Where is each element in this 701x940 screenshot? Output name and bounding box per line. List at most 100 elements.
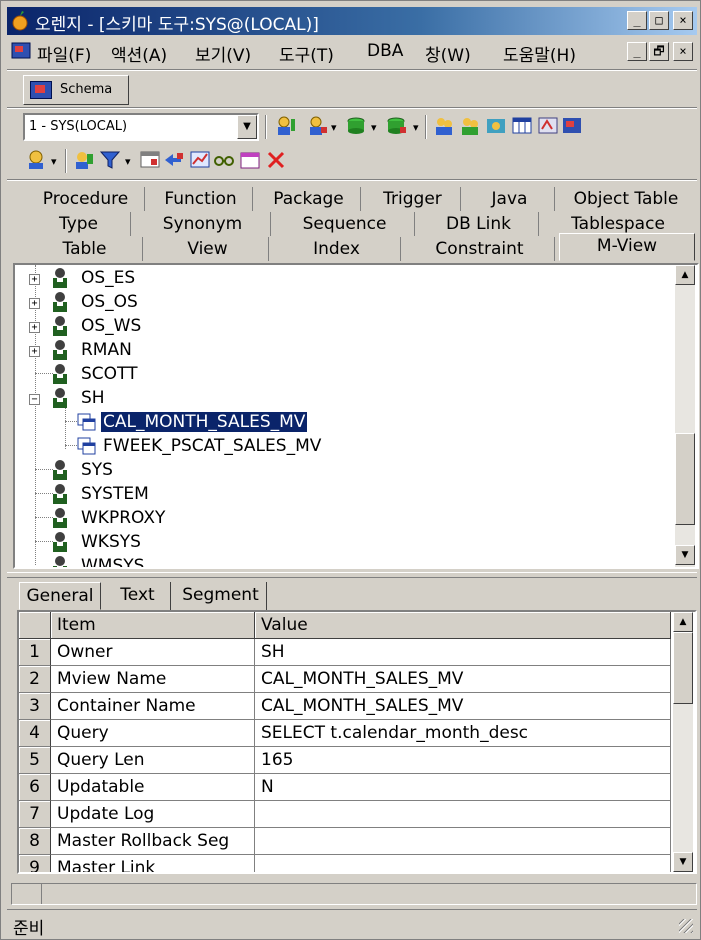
menu-tools[interactable]: 도구(T)	[279, 41, 334, 66]
grid-item-cell[interactable]: Container Name	[51, 693, 255, 720]
database-icon[interactable]	[345, 115, 367, 137]
sql-icon[interactable]	[537, 115, 559, 137]
close-button[interactable]: ×	[673, 11, 693, 30]
expand-icon[interactable]: +	[29, 298, 40, 309]
tree-node-mview[interactable]: FWEEK_PSCAT_SALES_MV	[77, 435, 377, 459]
grid-value-cell[interactable]: CAL_MONTH_SALES_MV	[255, 693, 671, 720]
panel-splitter[interactable]	[7, 572, 697, 578]
tree-node[interactable]: + OS_OS	[29, 291, 229, 315]
user-tools-icon[interactable]	[307, 115, 329, 137]
tree-node[interactable]: + OS_ES	[29, 267, 229, 291]
grid-item-cell[interactable]: Query	[51, 720, 255, 747]
grid-value-cell[interactable]: SH	[255, 639, 671, 666]
tree-node[interactable]: + RMAN	[29, 339, 229, 363]
tree-node[interactable]: WKPROXY	[29, 507, 229, 531]
tab-table[interactable]: Table	[27, 237, 143, 261]
grid-value-cell[interactable]	[255, 855, 671, 872]
tree-node[interactable]: − SH	[29, 387, 229, 411]
maximize-button[interactable]: □	[649, 11, 669, 30]
session-icon[interactable]	[73, 149, 95, 171]
tree-node[interactable]: SYSTEM	[29, 483, 229, 507]
menu-window[interactable]: 창(W)	[425, 41, 471, 66]
tab-trigger[interactable]: Trigger	[365, 187, 461, 211]
grid-icon[interactable]	[139, 149, 161, 171]
grid-value-cell[interactable]	[255, 828, 671, 855]
glasses-icon[interactable]	[213, 149, 235, 171]
grid-item-cell[interactable]: Update Log	[51, 801, 255, 828]
scroll-thumb[interactable]	[675, 433, 695, 525]
tab-java[interactable]: Java	[465, 187, 555, 211]
tab-package[interactable]: Package	[257, 187, 361, 211]
tree-node[interactable]: WMSYS	[29, 555, 229, 567]
chevron-down-icon[interactable]: ▾	[51, 155, 57, 168]
tab-sequence[interactable]: Sequence	[275, 212, 415, 236]
scroll-up-icon[interactable]: ▲	[673, 612, 693, 632]
tab-m-view[interactable]: M-View	[559, 233, 695, 261]
tab-segment[interactable]: Segment	[175, 582, 267, 610]
grid-value-cell[interactable]: CAL_MONTH_SALES_MV	[255, 666, 671, 693]
database-connect-icon[interactable]	[385, 115, 407, 137]
grid-value-cell[interactable]: N	[255, 774, 671, 801]
expand-icon[interactable]: +	[29, 322, 40, 333]
chevron-down-icon[interactable]: ▾	[331, 121, 337, 134]
chevron-down-icon[interactable]: ▾	[125, 155, 131, 168]
chevron-down-icon[interactable]: ▾	[413, 121, 419, 134]
tree-node[interactable]: + OS_WS	[29, 315, 229, 339]
connection-select[interactable]: 1 - SYS(LOCAL) ▼	[23, 113, 259, 141]
grid-value-cell[interactable]	[255, 801, 671, 828]
user-add-icon[interactable]	[275, 115, 297, 137]
grid-item-cell[interactable]: Master Link	[51, 855, 255, 872]
user-group-icon[interactable]	[25, 149, 47, 171]
collapse-icon[interactable]: −	[29, 394, 40, 405]
grid-scrollbar[interactable]: ▲ ▼	[673, 612, 693, 872]
tab-constraint[interactable]: Constraint	[405, 237, 555, 261]
mdi-restore-button[interactable]: 🗗	[649, 42, 669, 61]
scroll-up-icon[interactable]: ▲	[675, 265, 695, 285]
row-number[interactable]: 1	[19, 639, 51, 666]
tree-node[interactable]: WKSYS	[29, 531, 229, 555]
tree-node[interactable]: SYS	[29, 459, 229, 483]
scroll-thumb[interactable]	[673, 632, 693, 704]
tab-function[interactable]: Function	[149, 187, 253, 211]
menu-dba[interactable]: DBA	[367, 41, 403, 61]
role-icon[interactable]	[459, 115, 481, 137]
privilege-icon[interactable]	[485, 115, 507, 137]
row-number[interactable]: 6	[19, 774, 51, 801]
schema-window-tab[interactable]: Schema	[23, 75, 129, 105]
export-icon[interactable]	[163, 149, 185, 171]
tab-general[interactable]: General	[19, 582, 101, 610]
schema-tree[interactable]: + OS_ES + OS_OS + OS_WS + RMAN SCOTT − S…	[13, 263, 699, 569]
report-icon[interactable]	[561, 115, 583, 137]
tab-procedure[interactable]: Procedure	[27, 187, 145, 211]
row-number[interactable]: 2	[19, 666, 51, 693]
title-bar[interactable]: 오렌지 - [스키마 도구:SYS@(LOCAL)] _ □ ×	[7, 7, 697, 35]
mdi-close-button[interactable]: ×	[673, 42, 693, 61]
tab-synonym[interactable]: Synonym	[135, 212, 271, 236]
row-number[interactable]: 3	[19, 693, 51, 720]
users-icon[interactable]	[433, 115, 455, 137]
grid-item-cell[interactable]: Master Rollback Seg	[51, 828, 255, 855]
grid-item-cell[interactable]: Query Len	[51, 747, 255, 774]
row-number[interactable]: 8	[19, 828, 51, 855]
row-number[interactable]: 4	[19, 720, 51, 747]
row-number[interactable]: 9	[19, 855, 51, 872]
row-number[interactable]: 5	[19, 747, 51, 774]
grid-value-cell[interactable]: 165	[255, 747, 671, 774]
grid-item-cell[interactable]: Mview Name	[51, 666, 255, 693]
resize-grip-icon[interactable]	[679, 919, 693, 933]
chevron-down-icon[interactable]: ▾	[371, 121, 377, 134]
table-icon[interactable]	[511, 115, 533, 137]
tab-index[interactable]: Index	[273, 237, 401, 261]
minimize-button[interactable]: _	[627, 11, 647, 30]
tab-object-table[interactable]: Object Table	[559, 187, 693, 211]
tab-db-link[interactable]: DB Link	[419, 212, 539, 236]
scroll-down-icon[interactable]: ▼	[675, 545, 695, 565]
tab-view[interactable]: View	[147, 237, 269, 261]
row-number[interactable]: 7	[19, 801, 51, 828]
tree-scrollbar[interactable]: ▲ ▼	[675, 265, 695, 567]
menu-action[interactable]: 액션(A)	[111, 41, 167, 66]
grid-value-cell[interactable]: SELECT t.calendar_month_desc	[255, 720, 671, 747]
scroll-down-icon[interactable]: ▼	[673, 852, 693, 872]
grid-item-cell[interactable]: Updatable	[51, 774, 255, 801]
column-header-value[interactable]: Value	[255, 612, 671, 639]
